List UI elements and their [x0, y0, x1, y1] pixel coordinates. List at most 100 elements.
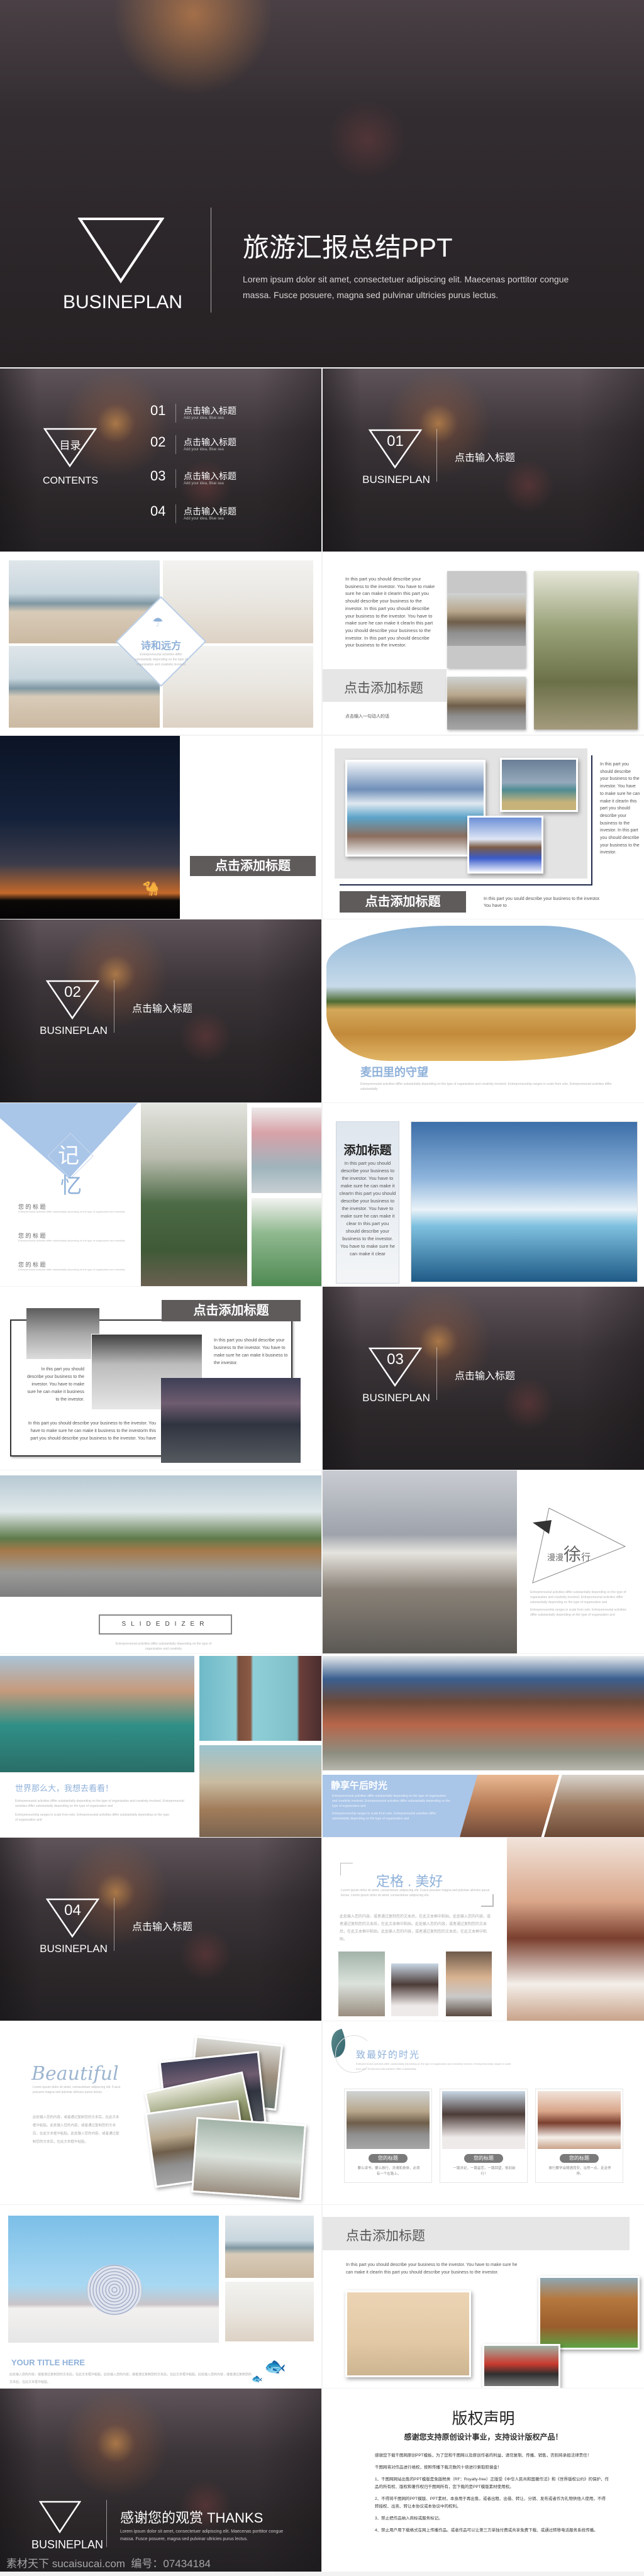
wander-title: 漫漫徐行 [547, 1545, 591, 1564]
photo-wheat-field [326, 926, 636, 1061]
pool-text: 此处输入您的内容，或者通过复制您的文本后，在此文本框中粘贴。此处输入您的内容，或… [9, 2373, 252, 2384]
copyright-paragraph: 千图网将对作品进行维权，按照传播下载次数的十倍进行索取赔偿金！ [375, 2465, 502, 2470]
triangle-icon: 目录 [43, 428, 97, 467]
thanks-slide: BUSINEPLAN 感谢您的观赏 THANKS Lorem ipsum dol… [0, 2389, 321, 2572]
describe-slide: In this part you should describe your bu… [323, 552, 644, 735]
poetry-slide: ☂ 诗和远方 Entrepreneurial activities differ… [0, 552, 321, 735]
afternoon-text-2: Entrepreneurship ranges in scale from so… [332, 1812, 436, 1821]
photo-lake-boats [345, 760, 486, 857]
section-title[interactable]: 点击输入标题 [455, 1367, 515, 1382]
beautiful-title: Beautiful [31, 2063, 119, 2085]
cover-subtitle: Lorem ipsum dolor sit amet, consectetuer… [243, 274, 569, 300]
section-brand: BUSINEPLAN [362, 474, 430, 486]
copyright-subtitle: 感谢您支持原创设计事业，支持设计版权产品！ [404, 2433, 563, 2441]
section-brand: BUSINEPLAN [40, 1024, 108, 1036]
card-label: 您的标题 [560, 2154, 599, 2163]
copyright-paragraph: 2、不得将千图网的PPT模版、PPT素材，本身用于再出售，或者出租、出借、转让、… [375, 2497, 606, 2509]
describe-quote: 点击输入一句动人的话 [345, 714, 389, 719]
memory-item-text: Entrepreneurial activities differ substa… [18, 1268, 125, 1271]
photo-dusk-road [161, 1378, 301, 1463]
card-label: 您的标题 [464, 2154, 503, 2163]
divider [175, 435, 176, 454]
divider [175, 469, 176, 488]
photo-cafe [544, 1775, 644, 1837]
triangle-icon: 01 [369, 429, 422, 469]
cover-slide: BUSINEPLAN 旅游汇报总结PPT Lorem ipsum dolor s… [0, 0, 644, 367]
divider [436, 1347, 437, 1400]
photo-card: 您的标题 旅行要学会随遇而安，淡然一点，走走停停。 [535, 2089, 623, 2183]
contents-number: 02 [150, 434, 166, 450]
section-slide-01: 01 BUSINEPLAN 点击输入标题 [323, 369, 644, 552]
contents-number: 03 [150, 468, 166, 484]
section-slide-02: 02 BUSINEPLAN 点击输入标题 [0, 919, 321, 1102]
wheat-slide: 麦田里的守望 Entrepreneurial activities differ… [323, 919, 644, 1102]
photo-card: 您的标题 一路涉足，一路留恋，一路回望，依旧前行！ [440, 2089, 528, 2183]
triangle-logo-icon [78, 217, 164, 284]
memory-char-2: 忆 [60, 1174, 82, 1198]
divider [175, 404, 176, 423]
world-text-2: Entrepreneurship ranges in scale from so… [15, 1813, 170, 1822]
copyright-paragraph: 3、禁止把作品纳入商标或服务标记。 [375, 2516, 443, 2521]
photo-bicycle [323, 1656, 644, 1770]
photo-mountain-road [0, 1475, 321, 1597]
photo-big-ben [199, 1656, 321, 1741]
afternoon-text-1: Entrepreneurial activities differ substa… [332, 1794, 451, 1808]
card-text: 要么读书，要么旅行，灵魂和身体，必须有一个在路上。 [357, 2167, 420, 2176]
photo-snow-cabin [467, 816, 543, 874]
photo-bw-1 [26, 1308, 99, 1359]
beautiful-slide: Beautiful Lorem ipsum dolor sit amet, co… [0, 2021, 321, 2204]
photo-beach-boat [225, 2216, 314, 2278]
section-title[interactable]: 点击输入标题 [455, 449, 515, 464]
road-slide: SLIDEDIZER Entrepreneurial activities di… [0, 1470, 321, 1653]
snow-title: 点击添加标题 [340, 891, 466, 913]
contents-number: 01 [150, 402, 166, 418]
snow-side-text: In this part you should describe your bu… [600, 762, 640, 855]
umbrella-icon: ☂ [152, 616, 164, 630]
fish-icon-small: 🐟 [252, 2373, 263, 2384]
bracket-top-left [340, 1863, 353, 1875]
watermark: 素材天下 sucaisucai.com 编号：07434184 [6, 2558, 211, 2570]
photo-beach-hat [225, 2282, 314, 2341]
contents-item-title[interactable]: 点击输入标题 [184, 470, 236, 482]
triangle-icon: 02 [46, 980, 99, 1019]
divider [436, 429, 437, 482]
gray-photos-slide: 点击添加标题 In this part you should describe … [0, 1287, 321, 1470]
card-label: 您的标题 [369, 2154, 408, 2163]
section-title[interactable]: 点击输入标题 [132, 1000, 192, 1015]
contents-item-title[interactable]: 点击输入标题 [184, 505, 236, 518]
fish-icon: 🐟 [264, 2357, 286, 2376]
card-photo [538, 2091, 621, 2149]
pool-slide: YOUR TITLE HERE 此处输入您的内容，或者通过复制您的文本后，在此文… [0, 2205, 321, 2388]
thanks-title: 感谢您的观赏 THANKS [120, 2510, 264, 2526]
photo-guitar-girl [534, 571, 638, 730]
section-slide-03: 03 BUSINEPLAN 点击输入标题 [323, 1287, 644, 1470]
copyright-paragraph: 1、千图网网站出售的PPT模版是免版税类（RF：Royalty-free）正版受… [375, 2477, 609, 2489]
photo-small-3 [446, 1951, 492, 2016]
camel-icon: 🐪 [142, 880, 160, 896]
triangle-icon: 04 [46, 1898, 99, 1938]
memory-slide: 记 忆 您 的 标 题 Entrepreneurial activities di… [0, 1103, 321, 1286]
contents-item-title[interactable]: 点击输入标题 [184, 436, 236, 448]
card-photo [442, 2091, 525, 2149]
iceberg-text: In this part you should describe your bu… [339, 1160, 396, 1257]
section-title[interactable]: 点击输入标题 [132, 1918, 192, 1933]
thanks-subtitle: Lorem ipsum dolor sit amet, consectetuer… [120, 2529, 284, 2541]
thanks-brand: BUSINEPLAN [31, 2538, 104, 2551]
section-number: 03 [387, 1351, 404, 1368]
photo-iceberg [411, 1121, 638, 1282]
wander-text-2: Entrepreneurship ranges in scale from so… [530, 1608, 626, 1617]
best-time-slide: 致最好的时光 Entrepreneurial activities differ… [323, 2021, 644, 2204]
contents-slide: 目录 CONTENTS 01 点击输入标题 Add your idea, Blue … [0, 369, 321, 552]
copyright-body: 感谢您下载千图网原创PPT模板，为了您和千图网以及原创作者的利益，请勿复制、传播… [375, 2452, 609, 2539]
section-slide-04: 04 BUSINEPLAN 点击输入标题 [0, 1838, 321, 2021]
beautiful-sub: Lorem ipsum dolor sit amet, consectetuer… [33, 2085, 121, 2094]
divider [106, 2500, 107, 2547]
photo-cow [538, 2276, 640, 2350]
best-time-title: 致最好的时光 [356, 2050, 421, 2060]
contents-item-title[interactable]: 点击输入标题 [184, 404, 236, 417]
photo-road-walker-2 [447, 677, 526, 730]
contents-item-sub: Add your idea, Blue sea [184, 416, 224, 420]
photo-small-1 [338, 1951, 385, 2016]
camel-slide: 🐪 点击添加标题 [0, 736, 321, 919]
copyright-title: 版权声明 [452, 2410, 515, 2428]
